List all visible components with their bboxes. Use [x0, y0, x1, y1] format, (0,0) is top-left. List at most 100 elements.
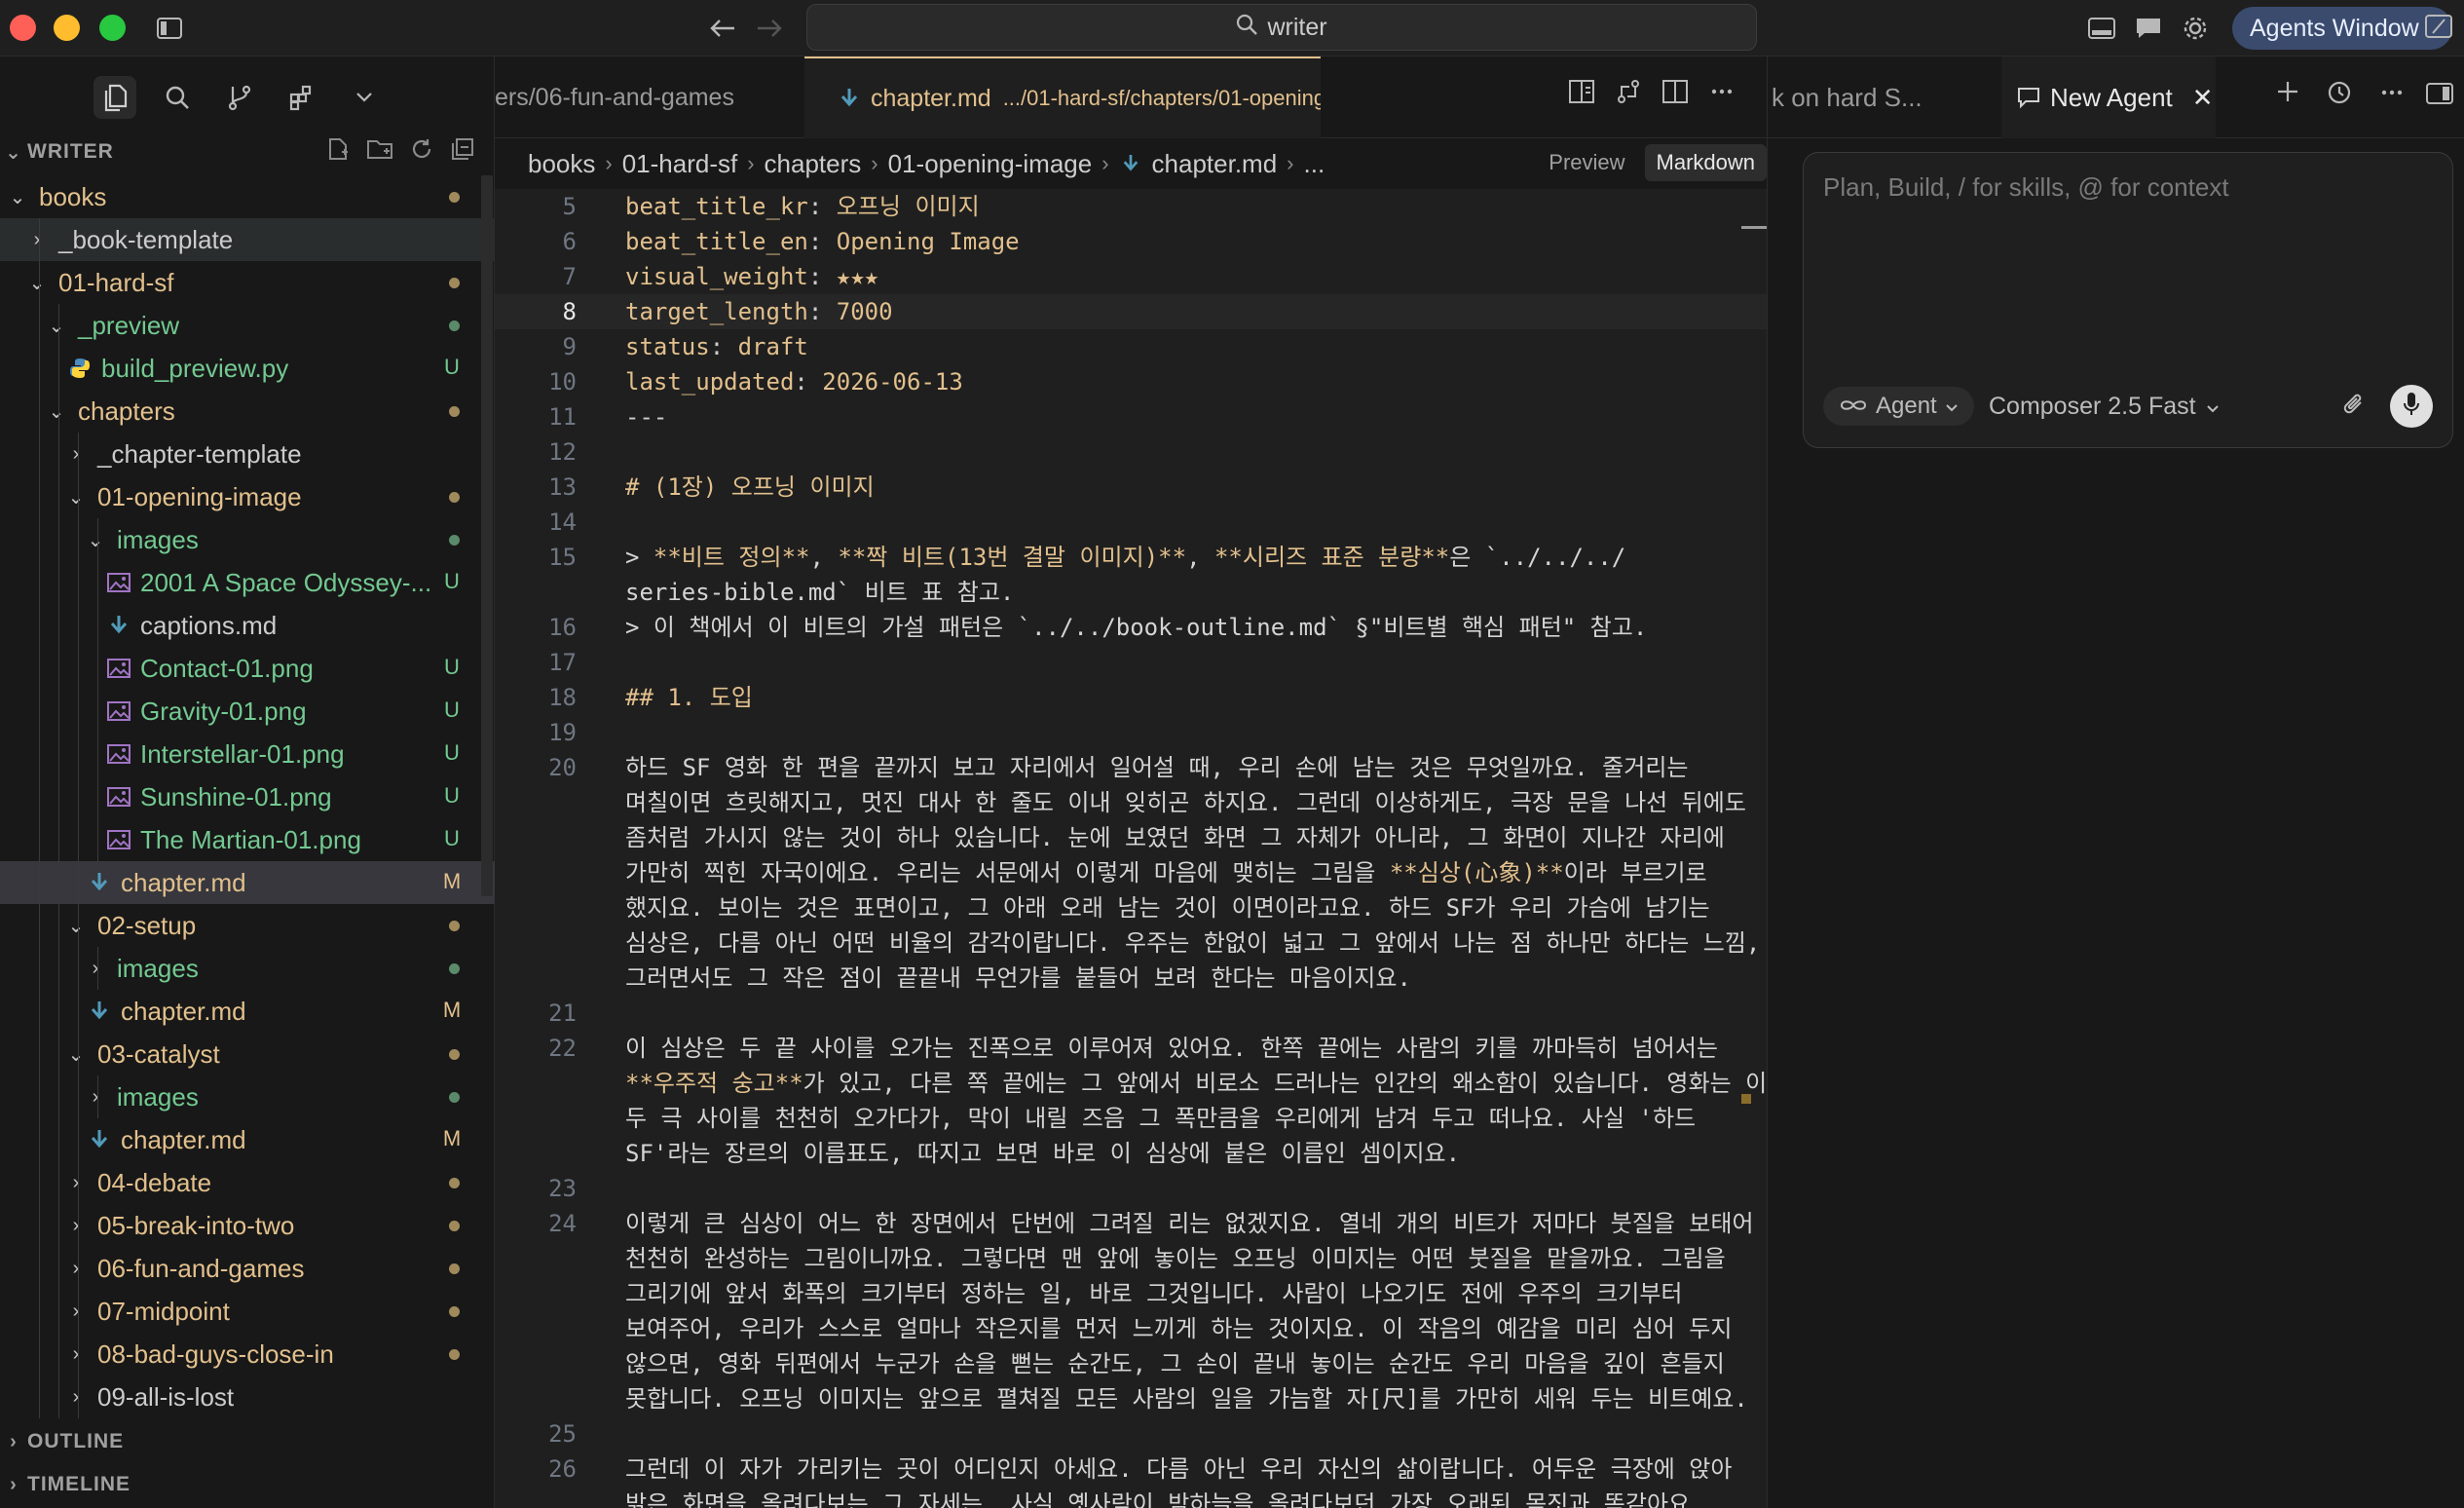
history-icon[interactable] — [2327, 80, 2352, 110]
tree-item[interactable]: Contact-01.png U — [0, 647, 495, 690]
agents-window-button[interactable]: Agents Window — [2232, 7, 2452, 50]
code-line[interactable]: 19 — [495, 715, 1767, 750]
composer-input[interactable]: Plan, Build, / for skills, @ for context — [1823, 172, 2229, 203]
tree-item[interactable]: Sunshine-01.png U — [0, 775, 495, 818]
forward-arrow-icon[interactable] — [754, 13, 785, 44]
code-line[interactable]: 밝은 화면을 올려다보는 그 자세는, 사실 옛사람이 밤하늘을 올려다보던 가… — [495, 1487, 1767, 1508]
tree-item[interactable]: › 04-debate — [0, 1161, 495, 1204]
tree-item[interactable]: › 06-fun-and-games — [0, 1247, 495, 1290]
code-line[interactable]: 26 그런데 이 자가 가리키는 곳이 어디인지 아세요. 다름 아닌 우리 자신… — [495, 1451, 1767, 1487]
outline-section-header[interactable]: › OUTLINE — [0, 1422, 495, 1461]
chevron-down-icon[interactable] — [343, 76, 386, 119]
toggle-panel-icon[interactable] — [2426, 82, 2453, 110]
tree-item[interactable]: captions.md — [0, 604, 495, 647]
code-line[interactable]: 두 극 사이를 천천히 오가다가, 막이 내릴 즈음 그 폭만큼을 우리에게 남… — [495, 1101, 1767, 1136]
markdown-toggle[interactable]: Markdown — [1644, 144, 1767, 181]
tree-item[interactable]: › 07-midpoint — [0, 1290, 495, 1333]
new-file-icon[interactable] — [325, 136, 351, 168]
code-line[interactable]: 14 — [495, 505, 1767, 540]
tree-item[interactable]: ⌄ 01-opening-image — [0, 475, 495, 518]
code-line[interactable]: 7 visual_weight: ★★★ — [495, 259, 1767, 294]
settings-gear-icon[interactable] — [2180, 13, 2211, 44]
code-line[interactable]: 보여주어, 우리가 스스로 얼마나 작은지를 먼저 느끼게 하는 것이지요. 이… — [495, 1311, 1767, 1346]
tree-item[interactable]: › images — [0, 947, 495, 990]
code-line[interactable]: **우주적 숭고**가 있고, 다른 쪽 끝에는 그 앞에서 비로소 드러나는 … — [495, 1066, 1767, 1101]
tree-item[interactable]: › 09-all-is-lost — [0, 1376, 495, 1418]
explorer-files-icon[interactable] — [93, 76, 136, 119]
search-icon[interactable] — [156, 76, 199, 119]
tree-item[interactable]: › _chapter-template — [0, 433, 495, 475]
collapse-all-icon[interactable] — [450, 136, 475, 168]
timeline-section-header[interactable]: › TIMELINE — [0, 1465, 495, 1504]
tree-item[interactable]: chapter.md M — [0, 1118, 495, 1161]
code-line[interactable]: 23 — [495, 1171, 1767, 1206]
breadcrumb-item[interactable]: books — [528, 149, 595, 179]
code-line[interactable]: 20 하드 SF 영화 한 편을 끝까지 보고 자리에서 일어설 때, 우리 손에… — [495, 750, 1767, 785]
microphone-button[interactable] — [2390, 385, 2433, 428]
code-line[interactable]: 5 beat_title_kr: 오프닝 이미지 — [495, 189, 1767, 224]
tree-item[interactable]: build_preview.py U — [0, 347, 495, 390]
tree-item[interactable]: ⌄ books — [0, 175, 495, 218]
minimize-window-button[interactable] — [54, 15, 80, 41]
code-line[interactable]: 좀처럼 가시지 않는 것이 하나 있습니다. 눈에 보였던 화면 그 자체가 아… — [495, 820, 1767, 855]
tree-item[interactable]: ⌄ 01-hard-sf — [0, 261, 495, 304]
tab-fun-and-games[interactable]: ers/06-fun-and-games — [495, 57, 804, 138]
tree-item[interactable]: › _book-template — [0, 218, 495, 261]
chat-icon[interactable] — [2133, 13, 2164, 44]
preview-toggle[interactable]: Preview — [1537, 144, 1636, 181]
code-line[interactable]: 않으면, 영화 뒤편에서 누군가 손을 뻗는 순간도, 그 손이 끝내 놓이는 … — [495, 1346, 1767, 1381]
code-line[interactable]: 천천히 완성하는 그림이니까요. 그렇다면 맨 앞에 놓이는 오프닝 이미지는 … — [495, 1241, 1767, 1276]
code-line[interactable]: 25 — [495, 1416, 1767, 1451]
open-preview-icon[interactable] — [1568, 78, 1595, 110]
add-agent-icon[interactable] — [2276, 80, 2299, 110]
tree-item[interactable]: › images — [0, 1075, 495, 1118]
tab-chapter-md[interactable]: chapter.md .../01-hard-sf/chapters/01-op… — [804, 57, 1321, 138]
code-line[interactable]: 며칠이면 흐릿해지고, 멋진 대사 한 줄도 이내 잊히곤 하지요. 그런데 이… — [495, 785, 1767, 820]
code-line[interactable]: 그러면서도 그 작은 점이 끝끝내 무언가를 붙들어 보려 한다는 마음이지요. — [495, 961, 1767, 996]
toggle-panel-icon[interactable] — [2086, 13, 2117, 44]
code-line[interactable]: 10 last_updated: 2026-06-13 — [495, 364, 1767, 399]
tree-item[interactable]: › 08-bad-guys-close-in — [0, 1333, 495, 1376]
tab-previous-agent[interactable]: k on hard S... — [1768, 57, 2001, 138]
tree-item[interactable]: The Martian-01.png U — [0, 818, 495, 861]
breadcrumb-item[interactable]: chapters — [765, 149, 862, 179]
code-line[interactable]: 24 이렇게 큰 심상이 어느 한 장면에서 단번에 그려질 리는 없겠지요. 열… — [495, 1206, 1767, 1241]
code-line[interactable]: 9 status: draft — [495, 329, 1767, 364]
code-line[interactable]: 심상은, 다름 아닌 어떤 비율의 감각이랍니다. 우주는 한없이 넓고 그 앞… — [495, 925, 1767, 961]
more-actions-icon[interactable] — [1708, 78, 1736, 110]
code-line[interactable]: 18 ## 1. 도입 — [495, 680, 1767, 715]
code-editor[interactable]: 5 beat_title_kr: 오프닝 이미지 6 beat_title_en: O… — [495, 189, 1767, 1508]
model-select[interactable]: Composer 2.5 Fast — [1989, 387, 2220, 426]
close-tab-icon[interactable]: ✕ — [2192, 83, 2214, 113]
code-line[interactable]: 21 — [495, 996, 1767, 1031]
code-line[interactable]: SF'라는 장르의 이름표도, 따지고 보면 바로 이 심상에 붙은 이름인 셈… — [495, 1136, 1767, 1171]
code-line[interactable]: 11 --- — [495, 399, 1767, 434]
code-line[interactable]: 16 > 이 책에서 이 비트의 가설 패턴은 `../../book-outli… — [495, 610, 1767, 645]
tree-item[interactable]: ⌄ _preview — [0, 304, 495, 347]
code-line[interactable]: 22 이 심상은 두 끝 사이를 오가는 진폭으로 이루어져 있어요. 한쪽 끝에… — [495, 1031, 1767, 1066]
tree-item[interactable]: Gravity-01.png U — [0, 690, 495, 733]
tree-item[interactable]: Interstellar-01.png U — [0, 733, 495, 775]
agent-mode-select[interactable]: Agent — [1823, 387, 1974, 426]
command-center-search[interactable]: writer — [806, 4, 1757, 51]
tree-item[interactable]: ⌄ images — [0, 518, 495, 561]
tree-item[interactable]: chapter.md M — [0, 990, 495, 1033]
source-control-icon[interactable] — [218, 76, 261, 119]
tree-item[interactable]: chapter.md M — [0, 861, 495, 904]
code-line[interactable]: 15 > **비트 정의**, **짝 비트(13번 결말 이미지)**, **시… — [495, 540, 1767, 575]
tree-item[interactable]: 2001 A Space Odyssey-... U — [0, 561, 495, 604]
refresh-icon[interactable] — [409, 136, 434, 168]
compare-changes-icon[interactable] — [1615, 78, 1642, 110]
code-line[interactable]: 가만히 찍힌 자국이에요. 우리는 서문에서 이렇게 마음에 맺히는 그림을 *… — [495, 855, 1767, 890]
tree-item[interactable]: › 05-break-into-two — [0, 1204, 495, 1247]
new-folder-icon[interactable] — [366, 136, 393, 168]
code-line[interactable]: 그리기에 앞서 화폭의 크기부터 정하는 일, 바로 그것입니다. 사람이 나오… — [495, 1276, 1767, 1311]
back-arrow-icon[interactable] — [707, 13, 738, 44]
breadcrumb-item[interactable]: chapter.md — [1152, 149, 1278, 179]
code-line[interactable]: 8 target_length: 7000 — [495, 294, 1767, 329]
window-layout-icon[interactable] — [2425, 14, 2452, 44]
attach-paperclip-icon[interactable] — [2341, 391, 2369, 425]
tree-item[interactable]: ⌄ chapters — [0, 390, 495, 433]
code-line[interactable]: series-bible.md` 비트 표 참고. — [495, 575, 1767, 610]
breadcrumb-item[interactable]: ... — [1304, 149, 1325, 179]
